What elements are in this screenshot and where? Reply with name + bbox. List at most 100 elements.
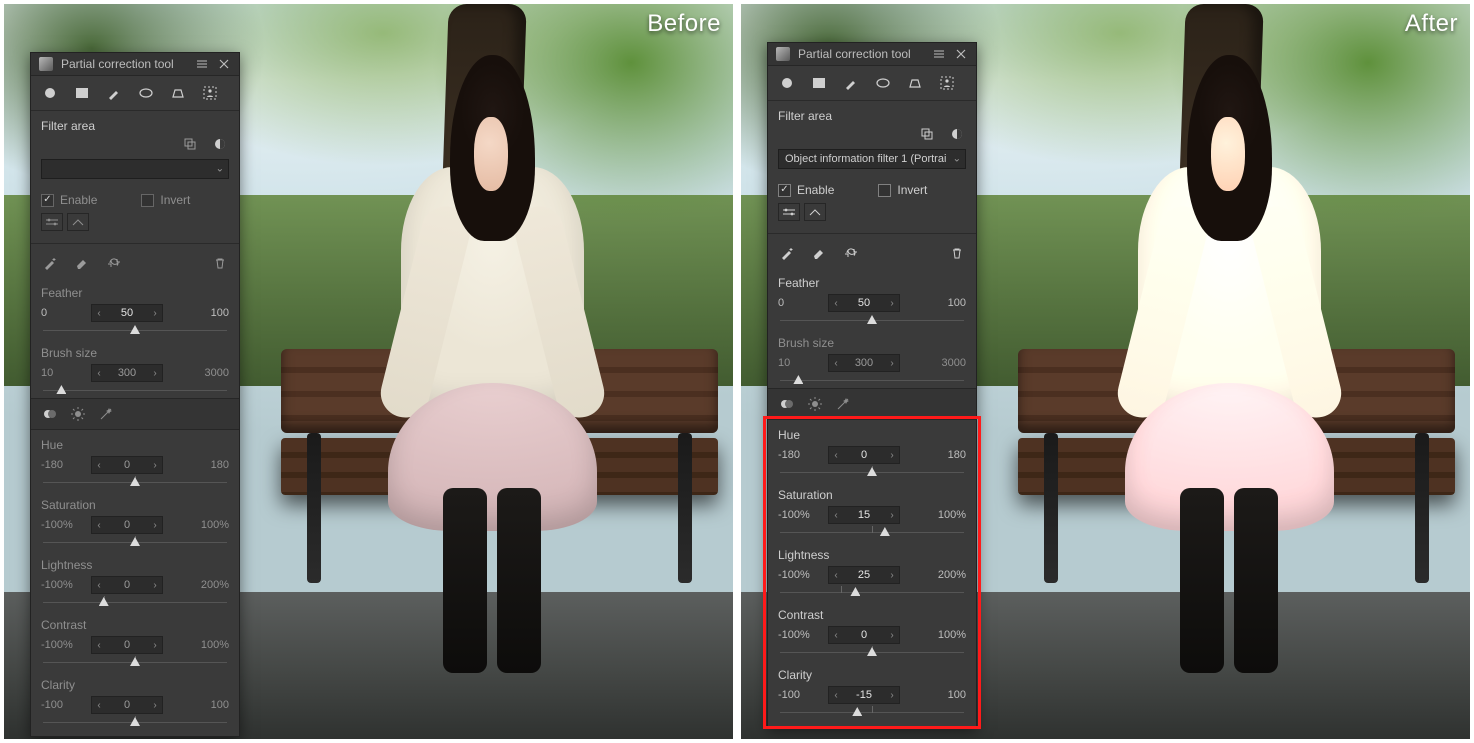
saturation-spinner[interactable]: ‹0›	[91, 516, 163, 534]
color-adjust-tab-icon[interactable]	[778, 395, 796, 413]
refine-mask-button[interactable]	[804, 203, 826, 221]
contrast-slider[interactable]	[43, 656, 227, 668]
after-pane: After Partial correction tool Filter are…	[741, 4, 1470, 739]
delete-mask-icon[interactable]	[948, 244, 966, 262]
brush-slider[interactable]	[780, 374, 964, 386]
polygon-mask-tool-icon[interactable]	[169, 84, 187, 102]
brush-spinner[interactable]: ‹ 300 ›	[91, 364, 163, 382]
hue-spinner[interactable]: ‹0›	[91, 456, 163, 474]
panel-close-button[interactable]	[217, 57, 231, 71]
ellipse-mask-tool-icon[interactable]	[874, 74, 892, 92]
clarity-slider[interactable]	[43, 716, 227, 728]
invert-checkbox-group[interactable]: Invert	[878, 183, 927, 197]
panel-menu-button[interactable]	[932, 47, 946, 61]
feather-slider[interactable]	[43, 324, 227, 336]
saturation-slider[interactable]	[780, 526, 964, 538]
feather-decrement[interactable]: ‹	[92, 305, 106, 321]
exposure-tab-icon[interactable]	[69, 405, 87, 423]
mask-tools-row	[31, 76, 239, 111]
saturation-param: Saturation -100% ‹15› 100%	[768, 480, 976, 540]
circle-mask-tool-icon[interactable]	[41, 84, 59, 102]
brush-spinner[interactable]: ‹300›	[828, 354, 900, 372]
mask-tools-row	[768, 66, 976, 101]
brush-decrement[interactable]: ‹	[92, 365, 106, 381]
feather-param: Feather 0 ‹ 50 › 100	[31, 278, 239, 338]
enable-label: Enable	[797, 183, 834, 197]
select-subject-tool-icon[interactable]	[938, 74, 956, 92]
invert-checkbox[interactable]	[141, 194, 154, 207]
panel-color-swatch-icon	[776, 47, 790, 61]
brush-size-param: Brush size 10 ‹ 300 › 3000	[31, 338, 239, 398]
saturation-slider[interactable]	[43, 536, 227, 548]
brush-slider[interactable]	[43, 384, 227, 396]
contrast-param: Contrast -100% ‹0› 100%	[768, 600, 976, 660]
select-subject-tool-icon[interactable]	[201, 84, 219, 102]
filter-area-label: Filter area	[31, 111, 239, 135]
hue-spinner[interactable]: ‹0›	[828, 446, 900, 464]
invert-filter-button-icon[interactable]	[948, 125, 966, 143]
contrast-spinner[interactable]: ‹0›	[828, 626, 900, 644]
adjust-mask-button[interactable]	[41, 213, 63, 231]
invert-checkbox[interactable]	[878, 184, 891, 197]
hue-slider[interactable]	[43, 476, 227, 488]
adjust-mask-button[interactable]	[778, 203, 800, 221]
enable-checkbox-group[interactable]: Enable	[778, 183, 834, 197]
partial-correction-panel-before: Partial correction tool Filter area ⌄	[30, 52, 240, 737]
feather-spinner[interactable]: ‹ 50 ›	[91, 304, 163, 322]
erase-brush-icon[interactable]	[73, 254, 91, 272]
feather-param: Feather 0 ‹50› 100	[768, 268, 976, 328]
feather-value[interactable]: 50	[106, 307, 148, 319]
copy-filter-button-icon[interactable]	[918, 125, 936, 143]
clarity-spinner[interactable]: ‹-15›	[828, 686, 900, 704]
panel-title: Partial correction tool	[798, 47, 924, 61]
circle-mask-tool-icon[interactable]	[778, 74, 796, 92]
feather-slider[interactable]	[780, 314, 964, 326]
brush-value[interactable]: 300	[106, 367, 148, 379]
ellipse-mask-tool-icon[interactable]	[137, 84, 155, 102]
erase-brush-icon[interactable]	[810, 244, 828, 262]
lightness-spinner[interactable]: ‹25›	[828, 566, 900, 584]
hue-slider[interactable]	[780, 466, 964, 478]
hue-param: Hue -180 ‹0› 180	[768, 420, 976, 480]
panel-menu-button[interactable]	[195, 57, 209, 71]
filter-area-dropdown[interactable]: Object information filter 1 (Portrai ⌄	[778, 149, 966, 169]
enable-checkbox[interactable]	[41, 194, 54, 207]
effects-tab-icon[interactable]	[97, 405, 115, 423]
filter-area-value: Object information filter 1 (Portrai	[785, 153, 946, 165]
contrast-spinner[interactable]: ‹0›	[91, 636, 163, 654]
refresh-mask-icon[interactable]	[842, 244, 860, 262]
enable-checkbox-group[interactable]: Enable	[41, 193, 97, 207]
panel-header[interactable]: Partial correction tool	[768, 43, 976, 66]
polygon-mask-tool-icon[interactable]	[906, 74, 924, 92]
delete-mask-icon[interactable]	[211, 254, 229, 272]
clarity-slider[interactable]	[780, 706, 964, 718]
contrast-slider[interactable]	[780, 646, 964, 658]
clarity-spinner[interactable]: ‹0›	[91, 696, 163, 714]
invert-checkbox-group[interactable]: Invert	[141, 193, 190, 207]
feather-spinner[interactable]: ‹50›	[828, 294, 900, 312]
panel-header[interactable]: Partial correction tool	[31, 53, 239, 76]
feather-increment[interactable]: ›	[148, 305, 162, 321]
refine-mask-button[interactable]	[67, 213, 89, 231]
exposure-tab-icon[interactable]	[806, 395, 824, 413]
refresh-mask-icon[interactable]	[105, 254, 123, 272]
saturation-spinner[interactable]: ‹15›	[828, 506, 900, 524]
lightness-spinner[interactable]: ‹0›	[91, 576, 163, 594]
add-brush-icon[interactable]	[778, 244, 796, 262]
brush-increment[interactable]: ›	[148, 365, 162, 381]
brush-mask-tool-icon[interactable]	[842, 74, 860, 92]
brush-mask-tool-icon[interactable]	[105, 84, 123, 102]
color-adjust-tab-icon[interactable]	[41, 405, 59, 423]
enable-checkbox[interactable]	[778, 184, 791, 197]
filter-area-dropdown[interactable]: ⌄	[41, 159, 229, 179]
lightness-slider[interactable]	[780, 586, 964, 598]
invert-filter-button-icon[interactable]	[211, 135, 229, 153]
gradient-mask-tool-icon[interactable]	[810, 74, 828, 92]
panel-close-button[interactable]	[954, 47, 968, 61]
lightness-slider[interactable]	[43, 596, 227, 608]
gradient-mask-tool-icon[interactable]	[73, 84, 91, 102]
effects-tab-icon[interactable]	[834, 395, 852, 413]
filter-area-label: Filter area	[768, 101, 976, 125]
copy-filter-button-icon[interactable]	[181, 135, 199, 153]
add-brush-icon[interactable]	[41, 254, 59, 272]
